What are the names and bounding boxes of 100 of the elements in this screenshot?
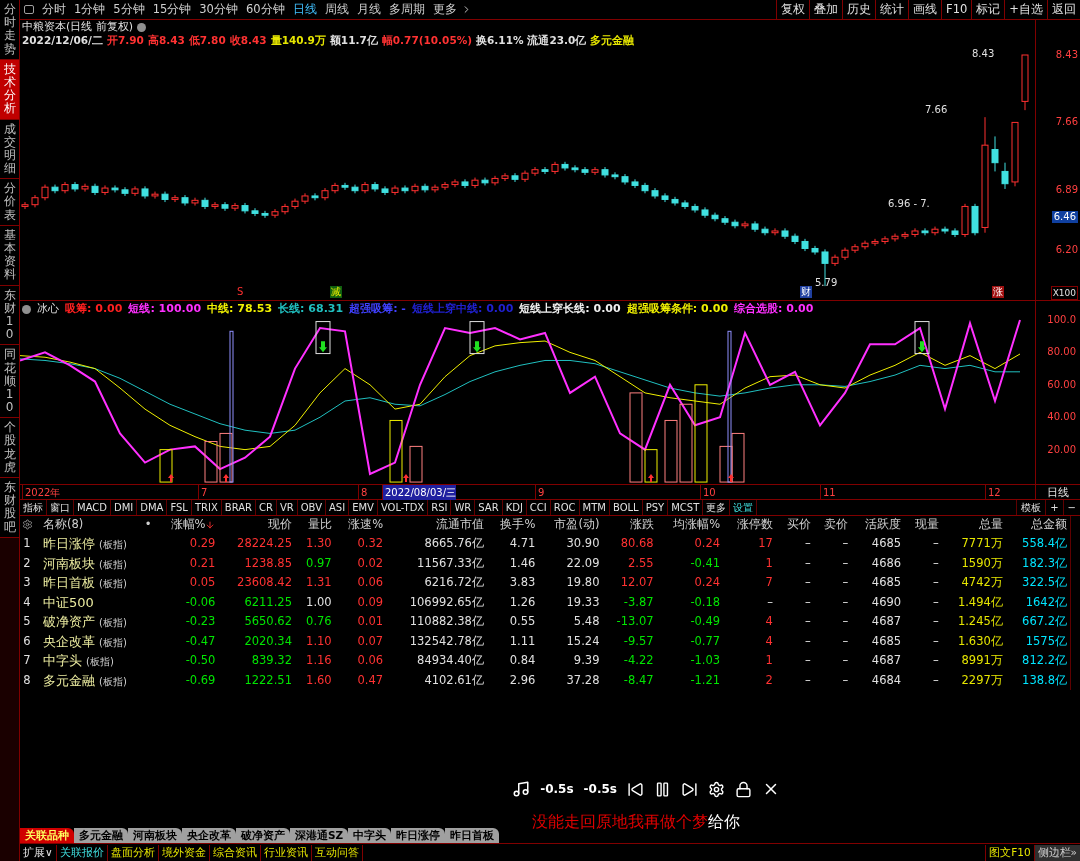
indicator-tool-button[interactable]: −: [1062, 500, 1080, 515]
speed-button[interactable]: -0.5s: [583, 780, 617, 798]
column-header[interactable]: 量比: [307, 517, 332, 532]
indicator-tab[interactable]: OBV: [297, 500, 326, 515]
period-tab[interactable]: 60分钟: [241, 0, 289, 19]
indicator-tab[interactable]: KDJ: [502, 500, 527, 515]
sidebar-tab[interactable]: 分价表: [0, 179, 19, 226]
sector-tab[interactable]: 关联品种: [20, 828, 74, 843]
toolbar-button[interactable]: 历史: [842, 0, 876, 20]
bottom-tab[interactable]: 关联报价: [56, 844, 108, 861]
period-tab[interactable]: 日线: [288, 0, 321, 19]
sector-tab[interactable]: 昨日首板: [445, 828, 500, 843]
period-tab[interactable]: 1分钟: [70, 0, 110, 19]
column-header[interactable]: 涨速%: [348, 517, 384, 532]
bottom-tab[interactable]: 扩展∨: [20, 844, 57, 861]
row-name[interactable]: 破净资产: [43, 614, 95, 629]
indicator-tab[interactable]: MCST: [668, 500, 704, 515]
row-name[interactable]: 中字头: [43, 653, 82, 668]
sidebar-tab[interactable]: 成交明细: [0, 119, 19, 180]
bottom-tab[interactable]: 境外资金: [158, 844, 210, 861]
indicator-tab[interactable]: RSI: [428, 500, 452, 515]
period-tab[interactable]: 30分钟: [195, 0, 242, 19]
indicator-tab[interactable]: 设置: [730, 500, 758, 515]
sector-tab[interactable]: 河南板块: [128, 828, 182, 843]
sector-tab[interactable]: 昨日涨停: [391, 828, 446, 843]
column-header[interactable]: 买价: [786, 517, 811, 532]
row-name[interactable]: 中证500: [43, 594, 94, 610]
toolbar-button[interactable]: 复权: [776, 0, 810, 20]
bottom-tab[interactable]: 行业资讯: [260, 844, 312, 861]
sector-tab[interactable]: 多元金融: [74, 828, 128, 843]
indicator-tab[interactable]: 窗口: [47, 500, 74, 515]
indicator-tab[interactable]: EMV: [349, 500, 378, 515]
row-name[interactable]: 昨日首板: [43, 575, 95, 590]
pause-icon[interactable]: [654, 780, 671, 798]
row-name[interactable]: 河南板块: [43, 555, 95, 571]
column-header[interactable]: 卖价: [824, 517, 849, 532]
sidebar-tab[interactable]: 基本资料: [0, 225, 19, 286]
period-tab[interactable]: 分时: [38, 0, 70, 19]
indicator-tool-button[interactable]: +: [1045, 500, 1063, 515]
column-header[interactable]: 市盈(动): [554, 517, 600, 532]
toolbar-button[interactable]: F10: [941, 0, 972, 20]
indicator-tab[interactable]: DMI: [111, 500, 138, 515]
indicator-tab[interactable]: PSY: [642, 500, 669, 515]
column-header[interactable]: 涨幅%: [170, 517, 206, 532]
rewind-button[interactable]: -0.5s: [540, 780, 574, 798]
column-header[interactable]: 总金额: [1031, 517, 1067, 532]
toolbar-button[interactable]: 统计: [875, 0, 909, 20]
indicator-tab[interactable]: VR: [276, 500, 298, 515]
indicator-tab[interactable]: BRAR: [221, 500, 256, 515]
pin-column-header[interactable]: •: [144, 516, 152, 534]
indicator-tab[interactable]: TRIX: [191, 500, 222, 515]
period-tab[interactable]: 15分钟: [148, 0, 196, 19]
bottom-button[interactable]: 图文F10: [985, 844, 1034, 861]
indicator-tab[interactable]: DMA: [137, 500, 168, 515]
indicator-tab[interactable]: 更多: [703, 500, 731, 515]
sector-tab[interactable]: 破净资产: [236, 828, 290, 843]
row-name[interactable]: 央企改革: [43, 633, 95, 649]
column-header[interactable]: 总量: [978, 517, 1003, 532]
toolbar-button[interactable]: 标记: [971, 0, 1005, 20]
panel-toggle-icon[interactable]: [24, 5, 34, 14]
toolbar-button[interactable]: 返回: [1047, 0, 1080, 20]
sector-tab[interactable]: 中字头: [348, 828, 392, 843]
indicator-tab[interactable]: 指标: [20, 500, 47, 515]
toolbar-button[interactable]: 叠加: [809, 0, 843, 20]
column-header[interactable]: 名称(8): [43, 517, 84, 532]
indicator-tab[interactable]: WR: [451, 500, 476, 515]
period-tab[interactable]: 多周期: [384, 0, 429, 19]
toolbar-button[interactable]: 画线: [908, 0, 942, 20]
column-header[interactable]: 涨停数: [736, 517, 773, 532]
indicator-tab[interactable]: ASI: [326, 500, 350, 515]
indicator-tab[interactable]: SAR: [475, 500, 503, 515]
indicator-tab[interactable]: MTM: [579, 500, 610, 515]
period-tab[interactable]: 月线: [352, 0, 385, 19]
indicator-tool-button[interactable]: 模板: [1016, 500, 1046, 515]
period-tab[interactable]: 更多: [428, 0, 461, 19]
indicator-tab[interactable]: FSL: [167, 500, 192, 515]
music-icon[interactable]: [512, 780, 531, 798]
toolbar-button[interactable]: +自选: [1004, 0, 1047, 20]
row-name[interactable]: 昨日涨停: [43, 536, 95, 551]
column-header[interactable]: 换手%: [500, 517, 536, 532]
next-icon[interactable]: [681, 780, 698, 798]
row-name[interactable]: 多元金融: [43, 672, 95, 688]
column-header[interactable]: 现价: [267, 517, 292, 532]
sidebar-tab[interactable]: 分时走势: [0, 0, 19, 60]
bottom-tab[interactable]: 盘面分析: [107, 844, 159, 861]
sidebar-tab[interactable]: 东财股吧: [0, 478, 19, 538]
lock-icon[interactable]: [735, 780, 752, 798]
indicator-tab[interactable]: CCI: [526, 500, 551, 515]
sidebar-tab[interactable]: 技术分析: [0, 59, 19, 120]
column-header[interactable]: 流通市值: [435, 517, 484, 532]
previous-icon[interactable]: [627, 780, 644, 798]
indicator-tab[interactable]: CR: [256, 500, 277, 515]
column-header[interactable]: 涨跌: [629, 517, 654, 532]
column-header[interactable]: 活跃度: [865, 517, 902, 532]
sidebar-tab[interactable]: 东财10: [0, 285, 19, 346]
sector-tab[interactable]: 深港通SZ: [290, 828, 349, 843]
bottom-tab[interactable]: 综合资讯: [209, 844, 261, 861]
column-header[interactable]: 现量: [914, 517, 939, 532]
sector-tab[interactable]: 央企改革: [182, 828, 236, 843]
sidebar-tab[interactable]: 个股龙虎: [0, 418, 19, 478]
